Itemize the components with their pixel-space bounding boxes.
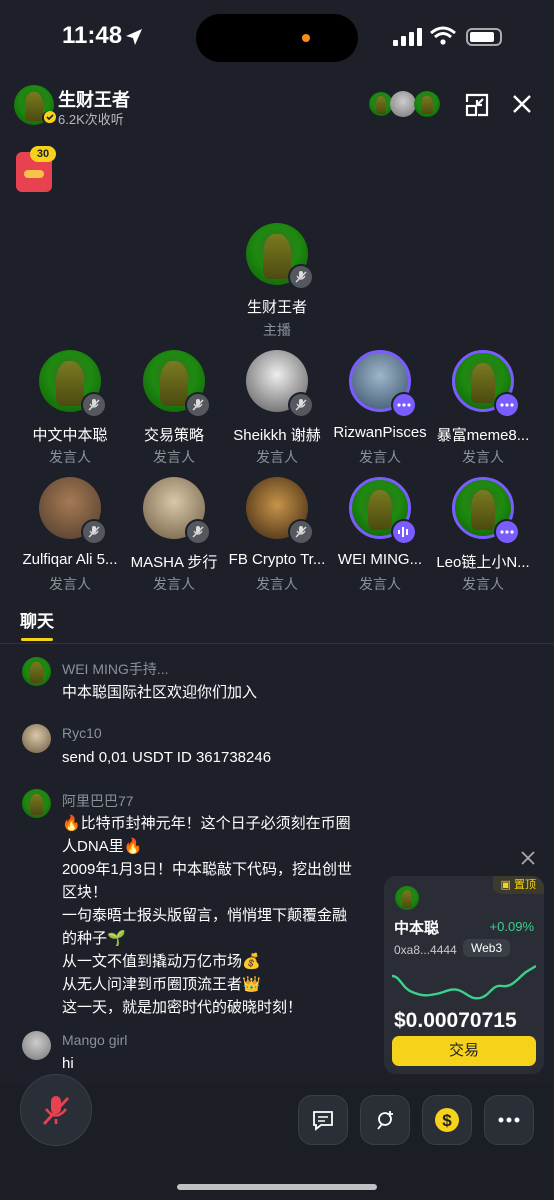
speaker-name: MASHA 步行 [130, 554, 218, 571]
more-dots-icon [391, 392, 417, 418]
chat-avatar[interactable] [22, 789, 51, 818]
check-badge-icon [44, 111, 56, 123]
speaker-role: 发言人 [462, 449, 504, 465]
muted-mic-icon [81, 392, 107, 418]
token-change: +0.09% [489, 919, 534, 934]
close-card-icon[interactable] [520, 850, 536, 866]
price-sparkline [392, 964, 536, 1000]
speaker-role: 发言人 [49, 576, 91, 592]
pin-icon: ▣ [500, 879, 514, 891]
token-card[interactable]: ▣ 置顶 中本聪 +0.09% 0xa8...4444 Web3 $0.0007… [384, 876, 544, 1074]
recording-indicator [302, 34, 310, 42]
chat-line: 区块！ [62, 884, 108, 901]
token-name: 中本聪 [394, 920, 440, 937]
tab-chat-indicator [21, 638, 53, 641]
speaker-name: 交易策略 [143, 427, 204, 444]
svg-text:$: $ [442, 1111, 452, 1130]
muted-mic-icon [288, 519, 314, 545]
chat-avatar[interactable] [22, 724, 51, 753]
speaker-role: 发言人 [153, 576, 195, 592]
more-button[interactable] [484, 1095, 534, 1145]
chat-line: 人DNA里🔥 [62, 838, 143, 855]
chat-avatar[interactable] [22, 657, 51, 686]
location-arrow-icon [126, 29, 142, 45]
mic-toggle-button[interactable] [20, 1074, 92, 1146]
chat-message: hi [62, 1055, 74, 1072]
tip-button[interactable]: $ [422, 1095, 472, 1145]
speaker-name: 中文中本聪 [32, 427, 108, 444]
speaker-role: 发言人 [256, 449, 298, 465]
chat-username[interactable]: WEI MING手持... [62, 659, 169, 679]
speaker-name: RizwanPisces [333, 424, 427, 441]
token-avatar [395, 886, 419, 910]
speaker-name: Leo链上小N... [436, 554, 530, 571]
more-icon [498, 1117, 520, 1123]
status-time: 11:48 [62, 22, 123, 49]
comment-icon [313, 1111, 333, 1131]
speaker-role: 发言人 [256, 576, 298, 592]
chat-avatar[interactable] [22, 1031, 51, 1060]
home-indicator [177, 1184, 377, 1190]
speaker-role: 发言人 [462, 576, 504, 592]
muted-mic-icon [81, 519, 107, 545]
chat-line: 这一天，就是加密时代的破晓时刻！ [62, 999, 303, 1016]
more-dots-icon [494, 392, 520, 418]
listener-avatar[interactable] [390, 91, 416, 117]
dollar-coin-icon: $ [435, 1108, 459, 1132]
comment-button[interactable] [298, 1095, 348, 1145]
speaker-name: WEI MING... [337, 551, 423, 568]
pinned-label: 置顶 [514, 879, 536, 891]
tab-chat[interactable]: 聊天 [20, 607, 54, 632]
chat-username[interactable]: Mango girl [62, 1032, 127, 1048]
cellular-signal-icon [393, 28, 422, 46]
listener-count: 6.2K次收听 [58, 112, 124, 127]
token-tag: Web3 [463, 939, 511, 957]
token-price: $0.00070715 [394, 1009, 517, 1032]
speaker-name: FB Crypto Tr... [228, 551, 326, 568]
mic-off-icon [42, 1096, 70, 1125]
host-speaker-role: 主播 [263, 322, 291, 338]
more-dots-icon [494, 519, 520, 545]
pinned-badge: ▣ 置顶 [492, 876, 544, 894]
speaker-role: 发言人 [359, 576, 401, 592]
chat-username[interactable]: Ryc10 [62, 725, 102, 741]
chat-message: 中本聪国际社区欢迎你们加入 [62, 684, 258, 701]
invite-icon [377, 1111, 393, 1130]
wifi-icon [430, 26, 456, 45]
muted-mic-icon [185, 519, 211, 545]
close-icon[interactable] [512, 94, 532, 114]
chat-line: 一句泰晤士报头版留言，悄悄埋下颠覆金融 [62, 907, 348, 924]
muted-mic-icon [288, 264, 314, 290]
chat-line: 的种子🌱 [62, 930, 126, 947]
speaker-role: 发言人 [49, 449, 91, 465]
speaker-name: Sheikkh 谢赫 [233, 427, 321, 444]
muted-mic-icon [185, 392, 211, 418]
chat-line: 从无人问津到币圈顶流王者👑 [62, 976, 261, 993]
speaking-wave-icon [391, 519, 417, 545]
tab-divider [0, 643, 554, 644]
chat-line: 从一文不值到撬动万亿市场💰 [62, 953, 261, 970]
battery-icon [466, 28, 502, 46]
speaker-name: Zulfiqar Ali 5... [22, 551, 118, 568]
token-address[interactable]: 0xa8...4444 [394, 943, 457, 957]
host-speaker-name: 生财王者 [246, 299, 307, 316]
dynamic-island [196, 14, 358, 62]
muted-mic-icon [288, 392, 314, 418]
invite-speaker-button[interactable] [360, 1095, 410, 1145]
trade-button[interactable]: 交易 [392, 1036, 536, 1066]
speaker-role: 发言人 [153, 449, 195, 465]
chat-line: 🔥比特币封神元年！这个日子必须刻在币圈 [62, 815, 351, 832]
gift-count-badge: 30 [30, 146, 56, 162]
minimize-icon[interactable] [464, 92, 490, 118]
speaker-name: 暴富meme8... [436, 427, 530, 444]
chat-message: send 0,01 USDT ID 361738246 [62, 749, 272, 766]
speaker-role: 发言人 [359, 449, 401, 465]
chat-line: 2009年1月3日！中本聪敲下代码，挖出创世 [62, 861, 353, 878]
chat-username[interactable]: 阿里巴巴77 [62, 791, 134, 811]
chat-message: 🔥比特币封神元年！这个日子必须刻在币圈 人DNA里🔥 2009年1月3日！中本聪… [62, 812, 372, 1019]
listener-avatar[interactable] [414, 91, 440, 117]
